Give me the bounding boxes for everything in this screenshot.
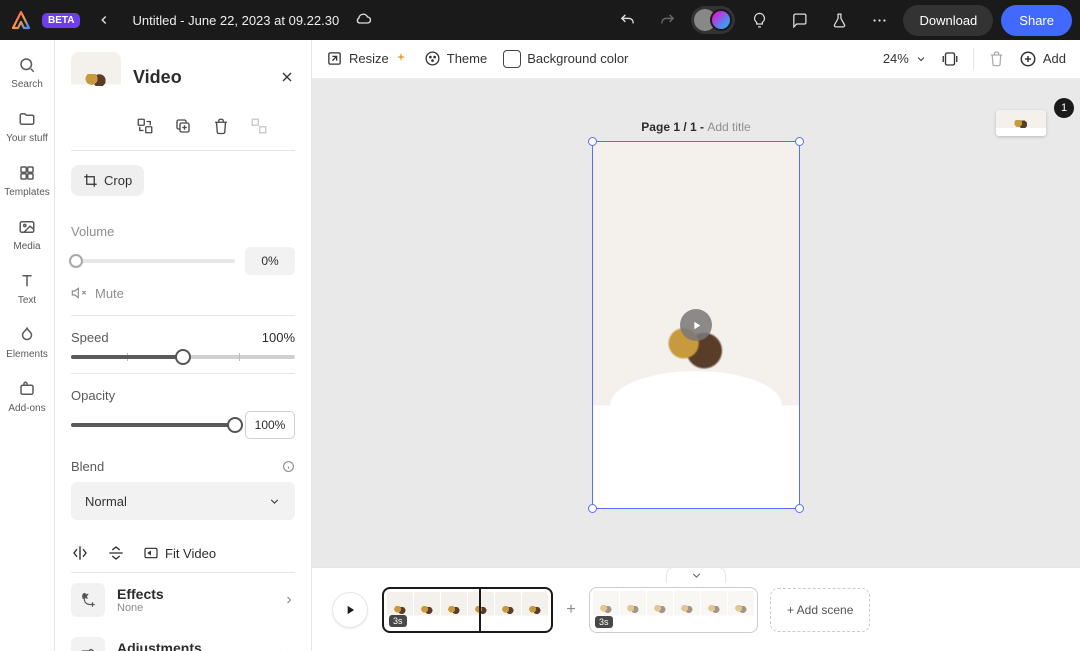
label: Templates: [4, 187, 50, 198]
sparkle-icon: [395, 52, 408, 65]
timeline-segment[interactable]: 3s: [589, 587, 758, 633]
label: Media: [13, 241, 40, 252]
beta-badge: BETA: [42, 13, 80, 28]
label: Add-ons: [8, 403, 45, 414]
timeline-segment[interactable]: 3s: [382, 587, 553, 633]
sidebar-item-text[interactable]: Text: [0, 264, 54, 314]
insert-segment-button[interactable]: +: [565, 604, 577, 616]
page-thumbnail[interactable]: 1: [996, 108, 1066, 138]
chevron-right-icon: [283, 594, 295, 606]
delete-icon[interactable]: [209, 114, 233, 138]
resize-handle[interactable]: [588, 137, 597, 146]
opacity-label: Opacity: [71, 388, 295, 403]
redo-button[interactable]: [651, 4, 683, 36]
fit-video-button[interactable]: Fit Video: [143, 545, 216, 561]
help-icon[interactable]: [743, 4, 775, 36]
ungroup-icon[interactable]: [247, 114, 271, 138]
add-scene-button[interactable]: + Add scene: [770, 588, 870, 632]
crop-button[interactable]: Crop: [71, 165, 144, 196]
info-icon[interactable]: [282, 460, 295, 473]
speed-label: Speed: [71, 330, 109, 345]
zoom-control[interactable]: 24%: [883, 51, 927, 66]
playhead[interactable]: [479, 587, 481, 633]
bgcolor-button[interactable]: Background color: [503, 50, 628, 68]
label: Search: [11, 79, 43, 90]
blend-select[interactable]: Normal: [71, 482, 295, 520]
panel-title: Video: [133, 67, 182, 88]
collapse-timeline-button[interactable]: [666, 567, 726, 583]
speed-value: 100%: [262, 330, 295, 345]
experiments-icon[interactable]: [823, 4, 855, 36]
sidebar-item-elements[interactable]: Elements: [0, 318, 54, 368]
share-button[interactable]: Share: [1001, 5, 1072, 36]
sidebar-item-addons[interactable]: Add-ons: [0, 372, 54, 422]
resize-handle[interactable]: [795, 137, 804, 146]
sidebar-item-yourstuff[interactable]: Your stuff: [0, 102, 54, 152]
resize-handle[interactable]: [588, 504, 597, 513]
sidebar-item-search[interactable]: Search: [0, 48, 54, 98]
video-thumbnail: [71, 52, 121, 102]
undo-button[interactable]: [611, 4, 643, 36]
label: Elements: [6, 349, 48, 360]
resize-handle[interactable]: [795, 504, 804, 513]
label: Your stuff: [6, 133, 48, 144]
sidebar-item-media[interactable]: Media: [0, 210, 54, 260]
blend-label: Blend: [71, 459, 104, 474]
mute-toggle[interactable]: Mute: [71, 285, 295, 301]
theme-button[interactable]: Theme: [424, 50, 487, 67]
volume-slider[interactable]: [71, 259, 235, 263]
adjustments-icon: [71, 637, 105, 651]
sidebar-item-templates[interactable]: Templates: [0, 156, 54, 206]
duplicate-icon[interactable]: [171, 114, 195, 138]
cloud-sync-icon[interactable]: [347, 4, 379, 36]
speed-slider[interactable]: [71, 355, 295, 359]
collaborator-avatars[interactable]: [691, 6, 735, 34]
chevron-down-icon: [915, 53, 927, 65]
app-logo[interactable]: [8, 7, 34, 33]
layers-icon[interactable]: [941, 50, 959, 68]
resize-button[interactable]: Resize: [326, 50, 408, 67]
download-button[interactable]: Download: [903, 5, 993, 36]
effects-row[interactable]: fx EffectsNone: [55, 573, 311, 627]
adjustments-row[interactable]: AdjustmentsNone: [55, 627, 311, 651]
more-icon[interactable]: [863, 4, 895, 36]
opacity-slider[interactable]: [71, 423, 235, 427]
page-indicator[interactable]: Page 1 / 1 - Add title: [641, 120, 750, 134]
opacity-input[interactable]: 100%: [245, 411, 295, 439]
color-swatch: [503, 50, 521, 68]
add-page-button[interactable]: Add: [1019, 50, 1066, 68]
volume-value: 0%: [245, 247, 295, 275]
delete-page-icon[interactable]: [988, 50, 1005, 67]
replace-icon[interactable]: [133, 114, 157, 138]
svg-text:fx: fx: [83, 594, 89, 600]
effects-icon: fx: [71, 583, 105, 617]
comment-icon[interactable]: [783, 4, 815, 36]
close-panel-button[interactable]: [279, 69, 295, 85]
document-title[interactable]: Untitled - June 22, 2023 at 09.22.30: [132, 13, 339, 28]
volume-label: Volume: [71, 224, 295, 239]
label: Text: [18, 295, 36, 306]
selected-video-object[interactable]: [592, 141, 800, 509]
play-overlay-icon[interactable]: [680, 309, 712, 341]
flip-vertical-button[interactable]: [107, 544, 125, 562]
back-button[interactable]: [88, 4, 120, 36]
timeline-play-button[interactable]: [332, 592, 368, 628]
flip-horizontal-button[interactable]: [71, 544, 89, 562]
